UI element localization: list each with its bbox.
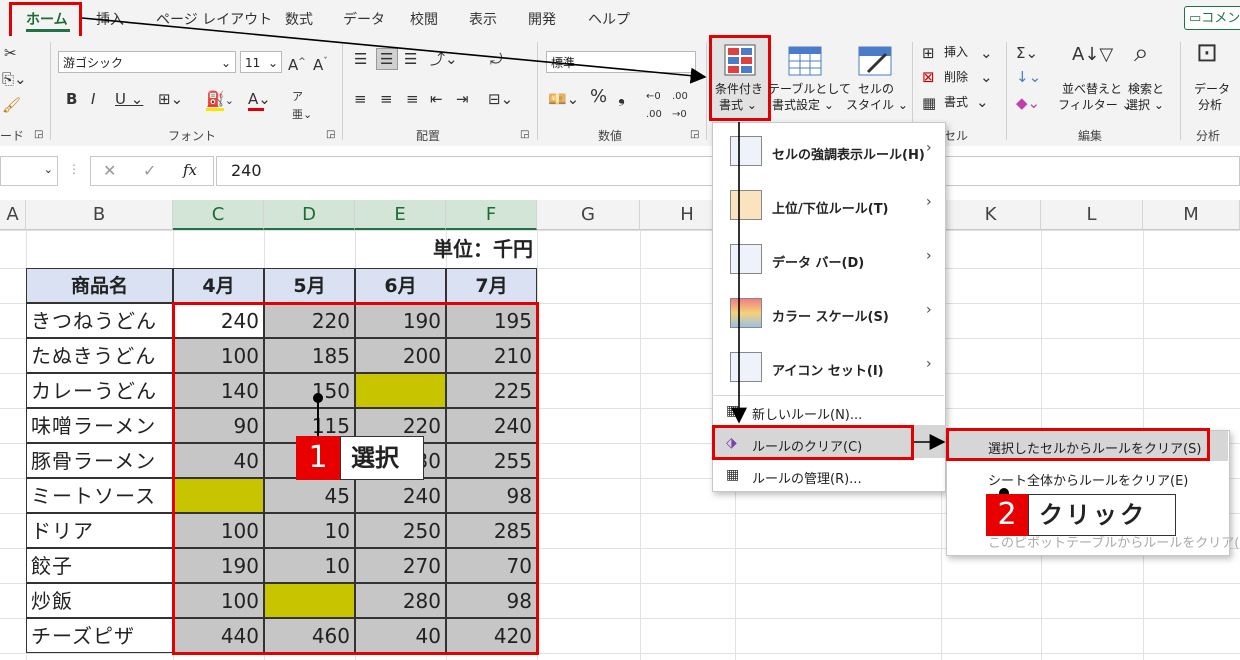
annotation-arrows: [81, 17, 946, 450]
arrow-home-to-cf: [81, 17, 707, 84]
